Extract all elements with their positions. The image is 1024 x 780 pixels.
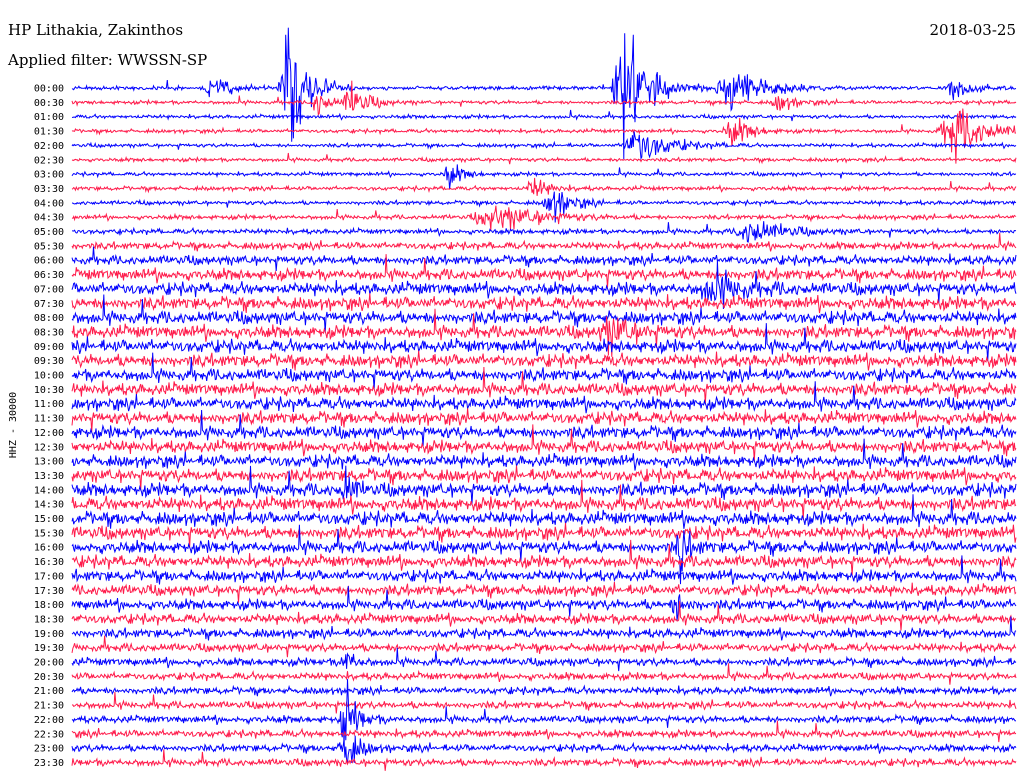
- time-tick-label: 17:00: [34, 571, 64, 582]
- time-tick-label: 18:00: [34, 600, 64, 611]
- time-tick-label: 20:00: [34, 658, 64, 669]
- time-tick-label: 15:30: [34, 528, 64, 539]
- time-tick-label: 12:30: [34, 442, 64, 453]
- seismic-trace: [71, 366, 1017, 404]
- time-tick-label: 01:30: [34, 127, 64, 138]
- time-tick-label: 23:30: [34, 758, 64, 769]
- time-tick-label: 01:00: [34, 112, 64, 123]
- time-tick-label: 09:00: [34, 342, 64, 353]
- time-tick-labels: 00:00 00:30 01:00 01:30 02:00 02:30 03:00 03:30…: [34, 84, 64, 769]
- time-tick-label: 13:00: [34, 457, 64, 468]
- channel-label: HHZ - 30000: [8, 392, 19, 458]
- time-tick-label: 04:30: [34, 213, 64, 224]
- time-tick-label: 14:00: [34, 485, 64, 496]
- time-tick-label: 18:30: [34, 614, 64, 625]
- seismic-trace: [71, 581, 1017, 603]
- time-tick-label: 22:30: [34, 729, 64, 740]
- time-tick-label: 06:00: [34, 256, 64, 267]
- time-tick-label: 14:30: [34, 500, 64, 511]
- seismic-trace: [71, 205, 1017, 231]
- seismic-trace: [71, 152, 1017, 165]
- time-tick-label: 19:00: [34, 629, 64, 640]
- seismic-trace: [72, 221, 1017, 243]
- seismic-trace: [71, 720, 1017, 743]
- seismic-trace: [71, 293, 1017, 314]
- time-tick-label: 11:30: [34, 414, 64, 425]
- seismic-trace: [71, 350, 1017, 371]
- seismic-trace: [71, 177, 1017, 196]
- seismic-trace: [71, 27, 1017, 160]
- time-tick-label: 09:30: [34, 356, 64, 367]
- time-tick-label: 20:30: [34, 672, 64, 683]
- time-tick-label: 02:30: [34, 155, 64, 166]
- seismic-trace: [71, 232, 1017, 252]
- seismic-trace: [71, 735, 1017, 764]
- time-tick-label: 03:00: [34, 170, 64, 181]
- time-tick-label: 11:00: [34, 399, 64, 410]
- time-tick-label: 10:00: [34, 371, 64, 382]
- time-tick-label: 15:00: [34, 514, 64, 525]
- seismic-trace: [71, 494, 1017, 529]
- time-tick-label: 08:00: [34, 313, 64, 324]
- time-tick-label: 12:00: [34, 428, 64, 439]
- time-tick-label: 03:30: [34, 184, 64, 195]
- seismic-trace: [71, 691, 1017, 714]
- seismic-trace: [71, 131, 1017, 160]
- time-tick-label: 19:30: [34, 643, 64, 654]
- time-tick-label: 16:00: [34, 543, 64, 554]
- seismic-trace: [71, 246, 1017, 272]
- time-tick-label: 10:30: [34, 385, 64, 396]
- time-tick-label: 13:30: [34, 471, 64, 482]
- seismic-trace: [71, 479, 1017, 520]
- time-tick-label: 06:30: [34, 270, 64, 281]
- time-tick-label: 05:30: [34, 241, 64, 252]
- seismic-trace: [71, 684, 1017, 697]
- time-tick-label: 23:00: [34, 744, 64, 755]
- time-tick-label: 07:30: [34, 299, 64, 310]
- seismic-trace: [71, 408, 1017, 433]
- seismic-trace: [71, 109, 1017, 122]
- time-tick-label: 05:00: [34, 227, 64, 238]
- time-tick-label: 21:30: [34, 701, 64, 712]
- seismic-trace: [71, 635, 1017, 658]
- time-tick-label: 22:00: [34, 715, 64, 726]
- time-tick-label: 00:00: [34, 84, 64, 95]
- time-tick-label: 00:30: [34, 98, 64, 109]
- seismic-trace: [71, 663, 1017, 685]
- time-tick-label: 17:30: [34, 586, 64, 597]
- helicorder-plot: 00:00 00:30 01:00 01:30 02:00 02:30 03:00 03:30…: [8, 27, 1017, 771]
- time-tick-label: 02:00: [34, 141, 64, 152]
- time-tick-label: 08:30: [34, 327, 64, 338]
- time-tick-label: 07:00: [34, 284, 64, 295]
- trace-group: [71, 27, 1017, 771]
- time-tick-label: 21:00: [34, 686, 64, 697]
- time-tick-label: 16:30: [34, 557, 64, 568]
- time-tick-label: 04:00: [34, 198, 64, 209]
